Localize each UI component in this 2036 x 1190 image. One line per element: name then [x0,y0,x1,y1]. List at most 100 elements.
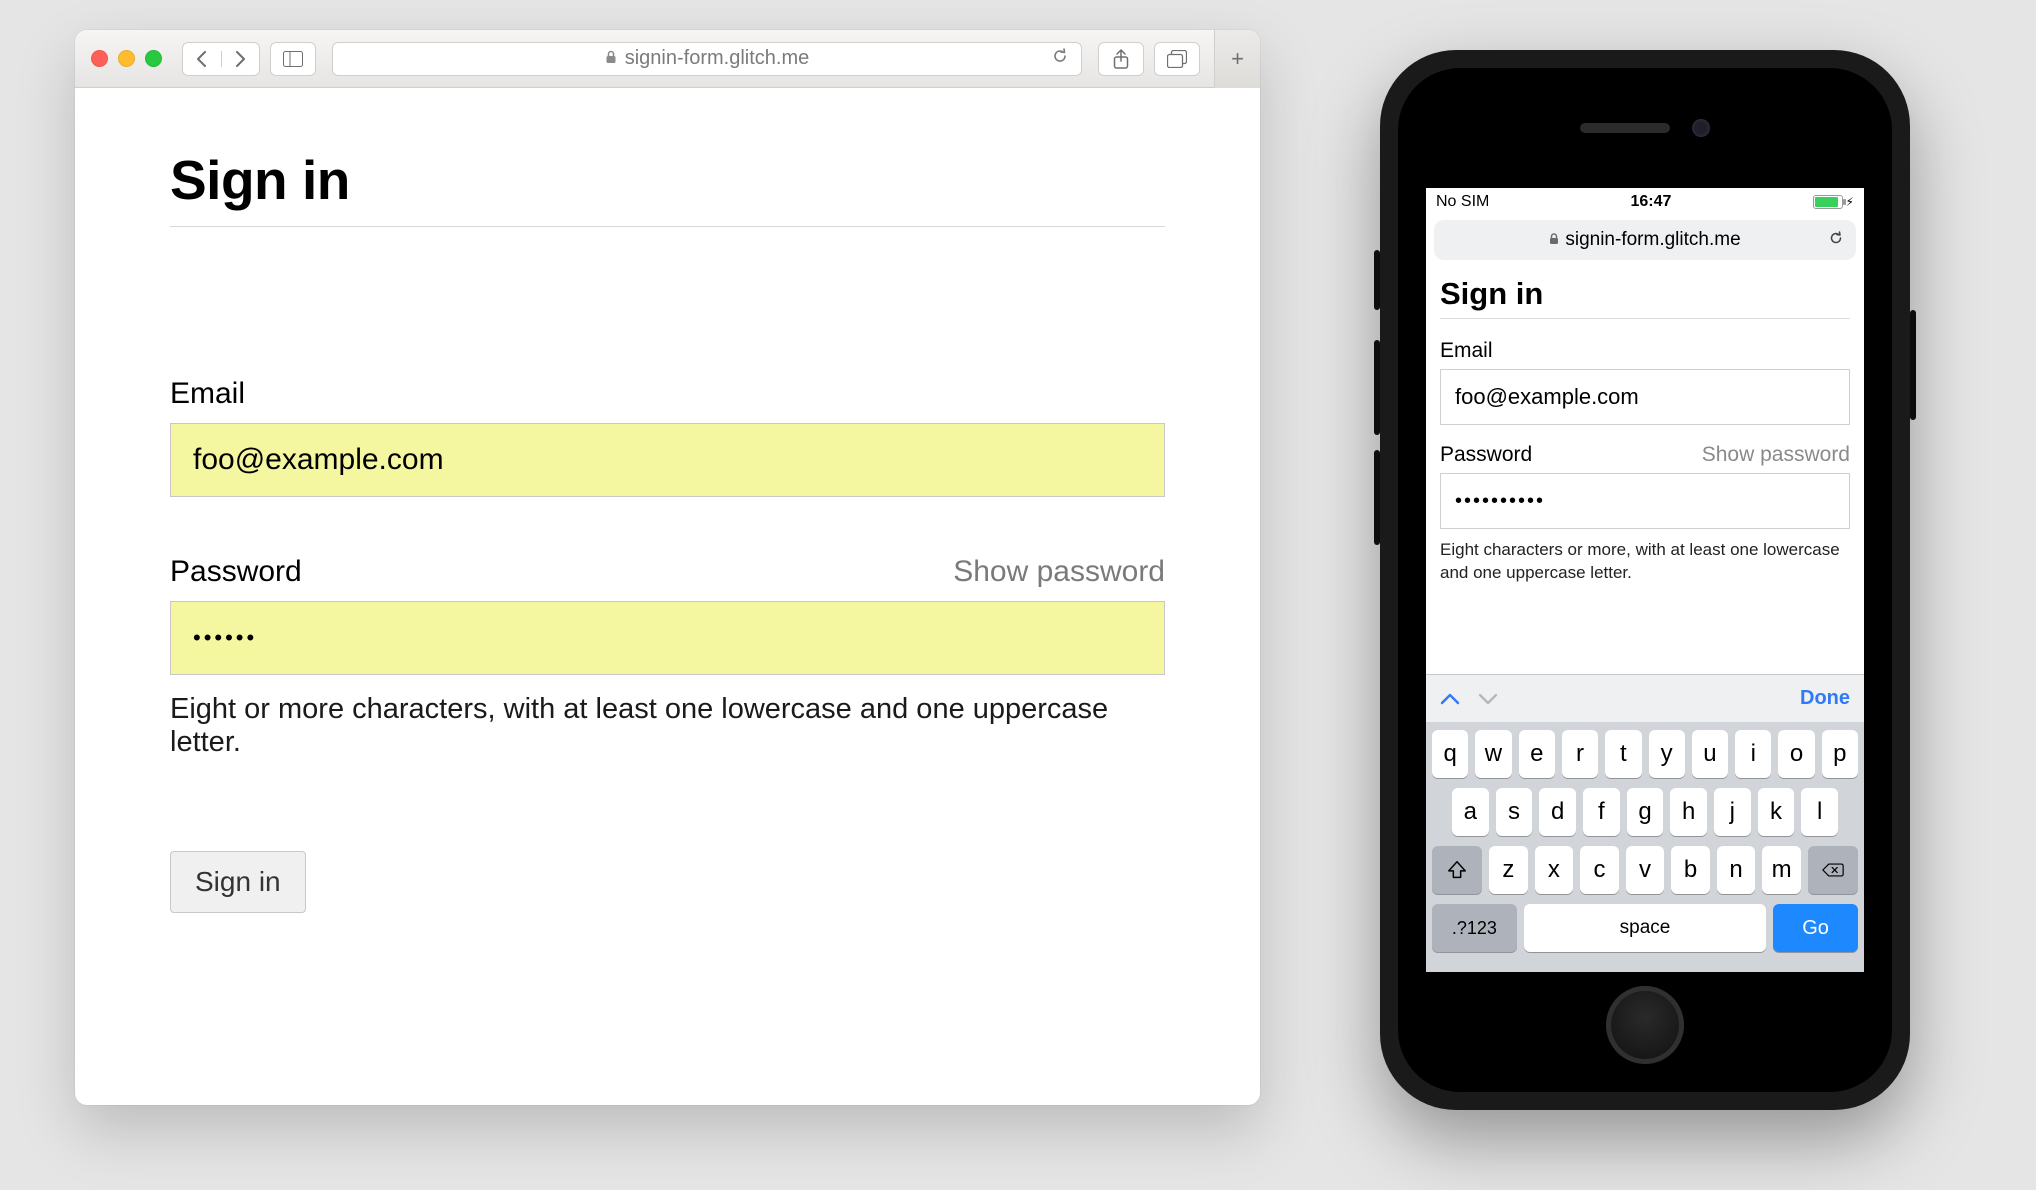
safari-window: signin-form.glitch.me + Sign in Email [75,30,1260,1105]
mobile-password-hint: Eight characters or more, with at least … [1440,539,1850,585]
lock-icon [1549,232,1559,248]
share-button[interactable] [1098,42,1144,76]
url-bar[interactable]: signin-form.glitch.me [332,42,1082,76]
password-field: Password Show password Eight or more cha… [170,555,1165,759]
password-label: Password [170,555,302,589]
shift-key[interactable] [1432,846,1482,894]
key-x[interactable]: x [1535,846,1574,894]
key-d[interactable]: d [1539,788,1576,836]
volume-down-button [1374,450,1380,545]
key-a[interactable]: a [1452,788,1489,836]
show-password-toggle[interactable]: Show password [953,555,1165,589]
mobile-email-field: Email [1440,339,1850,425]
safari-toolbar: signin-form.glitch.me + [75,30,1260,88]
home-button[interactable] [1606,986,1684,1064]
iphone-frame: No SIM 16:47 ⚡︎ signin-form.glitch.me Si… [1398,68,1892,1092]
backspace-key[interactable] [1808,846,1858,894]
chevron-left-icon [196,51,208,67]
mobile-email-input[interactable] [1440,369,1850,425]
share-icon [1113,49,1129,69]
key-p[interactable]: p [1822,730,1858,778]
key-y[interactable]: y [1649,730,1685,778]
keyboard-accessory-bar: Done [1426,674,1864,722]
chevron-right-icon [234,51,246,67]
status-bar: No SIM 16:47 ⚡︎ [1426,188,1864,216]
key-g[interactable]: g [1627,788,1664,836]
mobile-email-label: Email [1440,339,1493,363]
mobile-show-password-toggle[interactable]: Show password [1702,443,1850,467]
password-input[interactable] [170,601,1165,675]
keyboard-row-1: qwertyuiop [1432,730,1858,778]
back-button[interactable] [183,51,222,67]
volume-up-button [1374,340,1380,435]
tabs-button[interactable] [1154,42,1200,76]
key-v[interactable]: v [1626,846,1665,894]
battery-indicator: ⚡︎ [1813,195,1854,209]
key-f[interactable]: f [1583,788,1620,836]
nav-buttons [182,42,260,76]
sidebar-icon [283,51,303,67]
iphone-device: No SIM 16:47 ⚡︎ signin-form.glitch.me Si… [1380,50,1910,1110]
keyboard-done-button[interactable]: Done [1800,687,1850,710]
plus-icon: + [1231,46,1244,72]
sidebar-button[interactable] [270,42,316,76]
new-tab-button[interactable]: + [1214,30,1260,88]
key-u[interactable]: u [1692,730,1728,778]
space-key[interactable]: space [1524,904,1766,952]
sign-in-button[interactable]: Sign in [170,851,306,913]
email-input[interactable] [170,423,1165,497]
key-t[interactable]: t [1605,730,1641,778]
key-c[interactable]: c [1580,846,1619,894]
keyboard-row-2: asdfghjkl [1432,788,1858,836]
window-close-button[interactable] [91,50,108,67]
mobile-url-bar[interactable]: signin-form.glitch.me [1434,220,1856,260]
form-next-button[interactable] [1478,686,1498,712]
email-field: Email [170,377,1165,497]
numbers-key[interactable]: .?123 [1432,904,1517,952]
key-e[interactable]: e [1519,730,1555,778]
battery-icon [1813,195,1843,209]
mobile-reload-button[interactable] [1828,230,1844,251]
email-label: Email [170,377,245,411]
ios-keyboard: qwertyuiop asdfghjkl zxcvbnm .?123 space… [1426,722,1864,972]
window-controls [91,50,162,67]
key-b[interactable]: b [1671,846,1710,894]
window-minimize-button[interactable] [118,50,135,67]
mobile-password-input[interactable] [1440,473,1850,529]
password-hint: Eight or more characters, with at least … [170,693,1165,759]
key-l[interactable]: l [1801,788,1838,836]
tabs-icon [1167,50,1187,68]
keyboard-row-3: zxcvbnm [1432,846,1858,894]
carrier-text: No SIM [1436,193,1489,211]
front-camera [1692,119,1710,137]
mobile-password-field: Password Show password Eight characters … [1440,443,1850,585]
side-button [1910,310,1916,420]
key-o[interactable]: o [1778,730,1814,778]
backspace-icon [1822,859,1844,881]
window-maximize-button[interactable] [145,50,162,67]
key-w[interactable]: w [1475,730,1511,778]
key-s[interactable]: s [1496,788,1533,836]
page-content: Sign in Email Password Show password Eig… [75,88,1260,973]
page-title: Sign in [170,148,1165,227]
key-z[interactable]: z [1489,846,1528,894]
key-j[interactable]: j [1714,788,1751,836]
key-r[interactable]: r [1562,730,1598,778]
key-h[interactable]: h [1670,788,1707,836]
mobile-password-label: Password [1440,443,1532,467]
iphone-screen: No SIM 16:47 ⚡︎ signin-form.glitch.me Si… [1426,188,1864,972]
key-q[interactable]: q [1432,730,1468,778]
reload-button[interactable] [1051,47,1069,71]
key-k[interactable]: k [1758,788,1795,836]
form-prev-button[interactable] [1440,686,1460,712]
key-i[interactable]: i [1735,730,1771,778]
forward-button[interactable] [222,51,260,67]
key-m[interactable]: m [1762,846,1801,894]
url-text: signin-form.glitch.me [625,47,810,70]
key-n[interactable]: n [1717,846,1756,894]
earpiece-speaker [1580,123,1670,133]
mobile-page-content: Sign in Email Password Show password Eig… [1426,270,1864,674]
mute-switch [1374,250,1380,310]
keyboard-row-4: .?123 space Go [1432,904,1858,952]
go-key[interactable]: Go [1773,904,1858,952]
